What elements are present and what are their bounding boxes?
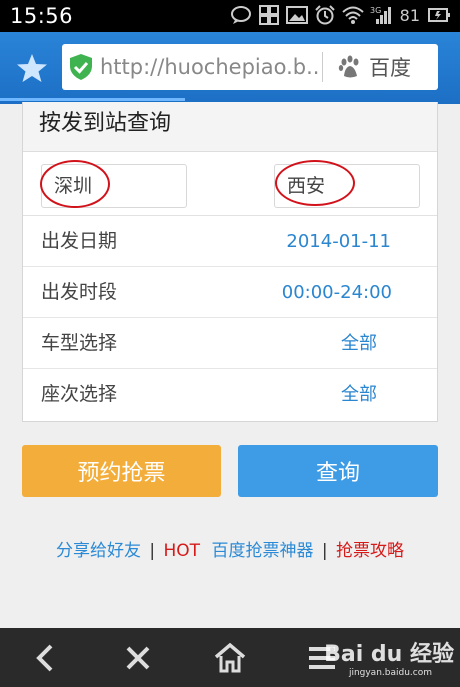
battery-level: 81 — [399, 5, 420, 25]
train-type-value[interactable]: 全部 — [341, 318, 377, 369]
home-button[interactable] — [212, 640, 248, 676]
hot-badge: HOT — [163, 541, 201, 561]
status-bar: 15:56 3G 81 — [0, 0, 460, 32]
message-icon — [230, 6, 251, 24]
share-link[interactable]: 分享给好友 — [56, 541, 141, 561]
close-tab-button[interactable] — [120, 640, 156, 676]
url-text[interactable]: http://huochepiao.b... — [100, 55, 318, 79]
seat-type-label: 座次选择 — [41, 383, 118, 405]
to-station-input[interactable]: 西安 — [274, 164, 420, 208]
battery-icon — [428, 8, 450, 22]
bookmark-button[interactable] — [14, 50, 50, 86]
grid-icon — [258, 5, 279, 25]
footer-links: 分享给好友 | HOT 百度抢票神器 | 抢票攻略 — [0, 536, 460, 561]
page-load-progress — [0, 98, 185, 101]
reserve-ticket-button[interactable]: 预约抢票 — [22, 445, 221, 497]
address-bar[interactable]: http://huochepiao.b... 百度 — [62, 44, 438, 90]
svg-text:3G: 3G — [370, 6, 381, 15]
browser-toolbar: http://huochepiao.b... 百度 — [0, 32, 460, 104]
shield-check-icon — [70, 54, 92, 80]
baidu-tool-link[interactable]: 百度抢票神器 — [211, 541, 313, 561]
date-row[interactable]: 出发日期 2014-01-11 — [23, 216, 437, 267]
signal-icon: 3G — [370, 6, 391, 24]
query-card: 按发到站查询 深圳 西安 出发日期 2014-01-11 出发时段 00:00-… — [22, 102, 438, 422]
seat-type-row[interactable]: 座次选择 全部 — [23, 369, 437, 420]
station-row: 深圳 西安 — [23, 152, 437, 216]
wifi-icon — [341, 6, 364, 24]
link-separator: | — [149, 541, 156, 561]
query-button[interactable]: 查询 — [238, 445, 438, 497]
status-time: 15:56 — [10, 4, 74, 28]
guide-link[interactable]: 抢票攻略 — [336, 541, 404, 561]
train-type-label: 车型选择 — [41, 332, 118, 354]
seat-type-value[interactable]: 全部 — [341, 369, 377, 420]
image-icon — [285, 6, 308, 24]
baidu-paw-icon[interactable] — [337, 54, 363, 80]
url-divider — [322, 52, 323, 82]
card-title: 按发到站查询 — [23, 102, 437, 152]
link-separator: | — [321, 541, 328, 561]
home-icon — [214, 642, 246, 673]
status-icons: 3G 81 — [230, 5, 452, 25]
back-button[interactable] — [28, 640, 64, 676]
search-engine-label[interactable]: 百度 — [369, 52, 411, 82]
date-label: 出发日期 — [41, 230, 118, 252]
close-icon — [126, 646, 150, 670]
alarm-icon — [314, 5, 335, 25]
back-icon — [36, 644, 53, 672]
train-type-row[interactable]: 车型选择 全部 — [23, 318, 437, 369]
date-value[interactable]: 2014-01-11 — [286, 216, 391, 267]
time-range-label: 出发时段 — [41, 281, 118, 303]
star-icon — [17, 54, 47, 82]
time-range-value[interactable]: 00:00-24:00 — [282, 267, 392, 318]
time-range-row[interactable]: 出发时段 00:00-24:00 — [23, 267, 437, 318]
from-station-input[interactable]: 深圳 — [41, 164, 187, 208]
bottom-nav: Bai du 经验 jingyan.baidu.com — [0, 628, 460, 687]
watermark-url: jingyan.baidu.com — [348, 668, 432, 678]
baidu-jingyan-watermark: Bai du 经验 — [324, 642, 454, 667]
